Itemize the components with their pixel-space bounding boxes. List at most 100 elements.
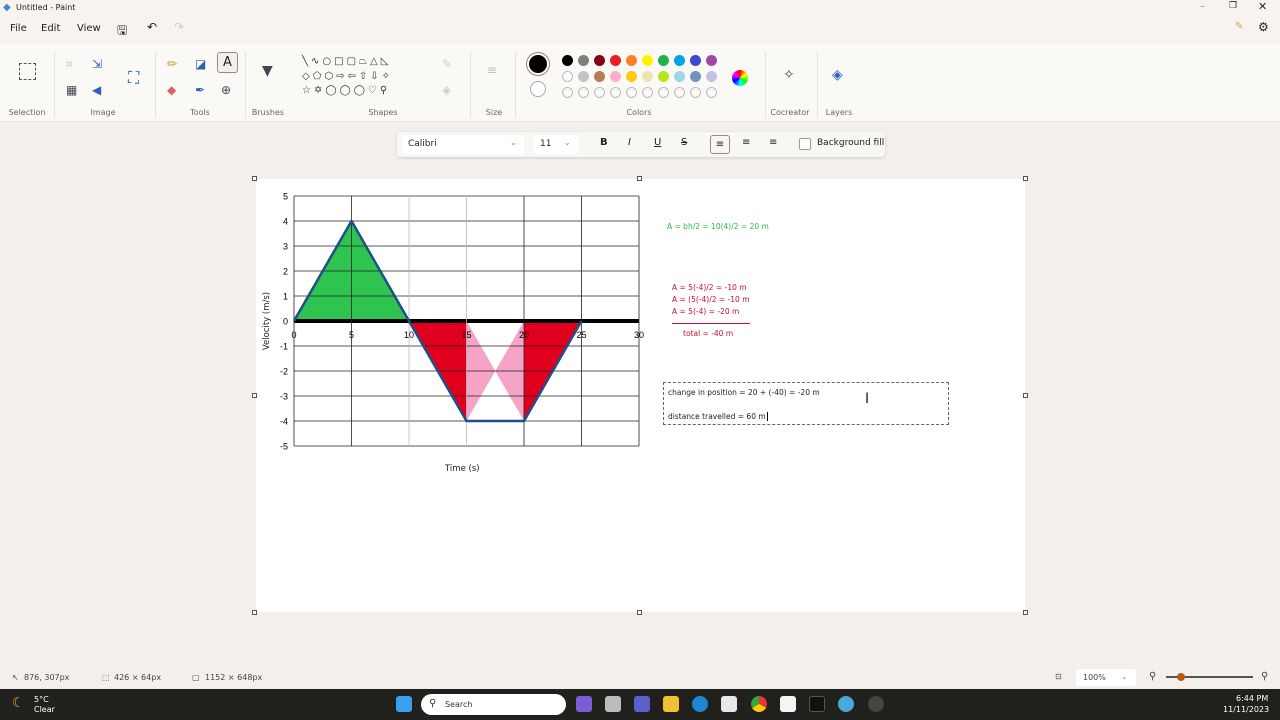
color-swatch[interactable]: [658, 55, 669, 66]
undo-icon[interactable]: ↶: [147, 20, 157, 34]
close-button[interactable]: ✕: [1258, 0, 1267, 13]
crop-icon[interactable]: ⌗: [66, 58, 73, 70]
color-swatch[interactable]: [674, 71, 685, 82]
layers-icon[interactable]: ◈: [832, 68, 843, 82]
edge-icon[interactable]: [692, 696, 708, 712]
resize-handle[interactable]: [637, 176, 642, 181]
menu-file[interactable]: File: [10, 23, 27, 34]
color-swatch[interactable]: [594, 87, 605, 98]
save-icon[interactable]: 🖫: [117, 21, 127, 42]
cocreator-icon[interactable]: ✧: [783, 68, 795, 82]
store-icon[interactable]: [721, 696, 737, 712]
resize-handle[interactable]: [1023, 610, 1028, 615]
task-view-icon[interactable]: [605, 696, 621, 712]
cocreator-status-icon[interactable]: ✎: [1235, 21, 1243, 32]
fit-to-window-icon[interactable]: ⊡: [1055, 672, 1062, 681]
drawing-canvas[interactable]: 5 4 3 2 1 0 -1 -2 -3 -4 -5 0 5 10 15 20 25 30 Time (s) Ve…: [256, 179, 1025, 612]
fill-bucket-icon[interactable]: ◪: [195, 58, 206, 70]
zoom-out-icon[interactable]: ⚲: [1149, 671, 1156, 682]
zoom-select[interactable]: 100% ⌄: [1076, 669, 1136, 686]
flip-icon[interactable]: ◀: [92, 84, 101, 96]
color-swatch[interactable]: [562, 55, 573, 66]
color-swatch[interactable]: [642, 87, 653, 98]
outline-icon[interactable]: ✎: [442, 58, 452, 70]
color-swatch[interactable]: [690, 55, 701, 66]
maximize-button[interactable]: ❐: [1229, 1, 1237, 11]
color-swatch[interactable]: [674, 87, 685, 98]
color-swatch[interactable]: [658, 71, 669, 82]
secondary-color[interactable]: [530, 81, 546, 97]
color-swatch[interactable]: [578, 71, 589, 82]
color-swatch[interactable]: [594, 71, 605, 82]
align-right-button[interactable]: ≡: [769, 137, 777, 148]
shapes-gallery[interactable]: ╲∿○□▢⏢△◺ ◇⬠⬡⇨⇦⇧⇩✧ ☆✡◯◯◯♡⚲: [302, 55, 430, 99]
align-center-button[interactable]: ≡: [742, 137, 750, 148]
fill-icon[interactable]: ◈: [442, 84, 451, 96]
resize-handle[interactable]: [252, 176, 257, 181]
obs-icon[interactable]: [868, 696, 884, 712]
color-swatch[interactable]: [578, 55, 589, 66]
color-picker-icon[interactable]: ✒: [195, 84, 205, 96]
eraser-icon[interactable]: ◆: [167, 84, 176, 96]
image-resize-icon[interactable]: ⛶: [128, 70, 139, 86]
pencil-icon[interactable]: ✏: [167, 58, 177, 70]
color-swatch[interactable]: [626, 55, 637, 66]
font-size-select[interactable]: 11 ⌄: [533, 135, 578, 154]
text-box-selection[interactable]: change in position = 20 + (-40) = -20 m …: [663, 382, 949, 425]
color-swatch[interactable]: [578, 87, 589, 98]
magnifier-icon[interactable]: ⊕: [221, 84, 231, 96]
minimize-button[interactable]: –: [1200, 1, 1205, 12]
taskbar-search[interactable]: ⚲ Search: [421, 694, 566, 715]
redo-icon[interactable]: ↷: [174, 20, 184, 34]
chrome-icon[interactable]: [751, 696, 767, 712]
color-swatch[interactable]: [706, 87, 717, 98]
zoom-slider-thumb[interactable]: [1177, 673, 1185, 681]
color-swatch[interactable]: [706, 55, 717, 66]
resize-handle[interactable]: [252, 393, 257, 398]
color-swatch[interactable]: [706, 71, 717, 82]
edit-colors-icon[interactable]: [732, 70, 748, 86]
color-swatch[interactable]: [594, 55, 605, 66]
italic-button[interactable]: I: [628, 137, 631, 148]
acrobat-icon[interactable]: [809, 696, 825, 712]
color-swatch[interactable]: [562, 71, 573, 82]
color-swatch[interactable]: [658, 87, 669, 98]
paint-taskbar-icon[interactable]: [838, 696, 854, 712]
strikethrough-button[interactable]: S: [681, 137, 687, 148]
bold-button[interactable]: B: [600, 137, 608, 148]
background-fill-checkbox[interactable]: [799, 138, 811, 150]
color-swatch[interactable]: [690, 71, 701, 82]
font-family-select[interactable]: Calibri ⌄: [402, 135, 524, 154]
settings-icon[interactable]: ⚙: [1258, 20, 1269, 34]
windows-start-icon[interactable]: [396, 696, 412, 712]
align-left-button[interactable]: ≡: [710, 135, 730, 154]
color-swatch[interactable]: [690, 87, 701, 98]
teams-icon[interactable]: [634, 696, 650, 712]
snipping-tool-icon[interactable]: [780, 696, 796, 712]
primary-color[interactable]: [529, 55, 547, 73]
color-swatch[interactable]: [562, 87, 573, 98]
menu-view[interactable]: View: [77, 23, 101, 34]
color-swatch[interactable]: [610, 55, 621, 66]
color-swatch[interactable]: [610, 87, 621, 98]
color-swatch[interactable]: [626, 87, 637, 98]
underline-button[interactable]: U: [654, 137, 661, 148]
resize-handle[interactable]: [1023, 176, 1028, 181]
brush-icon[interactable]: ▼: [262, 64, 273, 78]
zoom-in-icon[interactable]: ⚲: [1261, 671, 1268, 682]
resize-icon[interactable]: ⇲: [92, 58, 102, 70]
distance-travelled-text[interactable]: distance travelled = 60 m: [668, 412, 768, 421]
file-explorer-icon[interactable]: [663, 696, 679, 712]
color-swatch[interactable]: [610, 71, 621, 82]
selection-tool-icon[interactable]: [19, 63, 36, 80]
resize-handle[interactable]: [637, 610, 642, 615]
select-all-icon[interactable]: ▦: [66, 84, 77, 96]
color-swatch[interactable]: [642, 71, 653, 82]
color-swatch[interactable]: [626, 71, 637, 82]
copilot-icon[interactable]: [576, 696, 592, 712]
menu-edit[interactable]: Edit: [41, 23, 60, 34]
color-swatch[interactable]: [642, 55, 653, 66]
text-tool-icon[interactable]: A: [217, 52, 238, 73]
change-in-position-text[interactable]: change in position = 20 + (-40) = -20 m: [668, 388, 820, 397]
resize-handle[interactable]: [1023, 393, 1028, 398]
